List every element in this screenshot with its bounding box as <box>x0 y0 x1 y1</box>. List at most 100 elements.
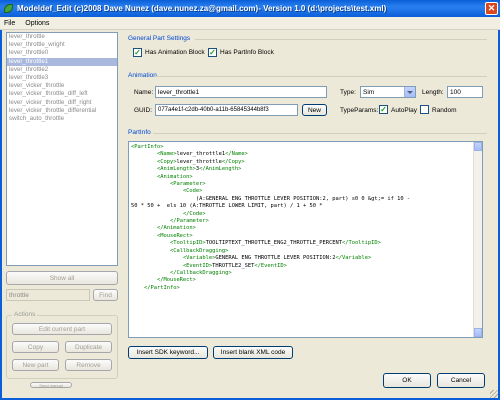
vertical-scrollbar[interactable] <box>473 142 482 337</box>
insert-blank-xml-button[interactable]: Insert blank XML code <box>213 346 293 359</box>
partinfo-xml-editor[interactable]: <PartInfo> <Name>lever_throttle1</Name> … <box>128 141 483 338</box>
part-list-item[interactable]: lever_throttle0 <box>7 49 117 57</box>
xml-text <box>131 159 157 165</box>
has-animation-label: Has Animation Block <box>145 49 205 56</box>
xml-text <box>131 166 157 172</box>
cancel-button[interactable]: Cancel <box>437 373 485 388</box>
part-list-item[interactable]: lever_throttle <box>7 33 117 41</box>
xml-line: </Code> <box>131 211 480 218</box>
xml-lines: <PartInfo> <Name>lever_throttle1</Name> … <box>131 144 480 292</box>
name-input[interactable]: lever_throttle1 <box>155 86 327 98</box>
part-list-item[interactable]: lever_vicker_throttle_diff_right <box>7 99 117 107</box>
part-list-item[interactable]: lever_throttle3 <box>7 74 117 82</box>
copy-button[interactable]: Copy <box>12 341 59 353</box>
part-list-item[interactable]: lever_throttle_wright <box>7 41 117 49</box>
xml-line: <Code> <box>131 188 480 195</box>
animation-title: Animation <box>128 72 157 79</box>
random-label: Random <box>432 107 457 114</box>
menu-options[interactable]: Options <box>25 20 49 27</box>
xml-tag: <Code> <box>182 188 203 195</box>
xml-text <box>131 174 157 180</box>
xml-tag: <EventID> <box>182 262 213 269</box>
partinfo-title: PartInfo <box>128 129 151 136</box>
resize-grip-icon[interactable] <box>490 390 498 398</box>
general-settings-divider <box>195 39 487 40</box>
xml-text <box>131 240 170 246</box>
chevron-down-icon[interactable] <box>404 87 415 97</box>
duplicate-button[interactable]: Duplicate <box>65 341 112 353</box>
find-button[interactable]: Find <box>93 289 118 301</box>
xml-tag: <Name> <box>156 151 177 158</box>
xml-text: lever_throttle1 <box>176 151 226 158</box>
xml-line: <Parameter> <box>131 181 480 188</box>
xml-text <box>131 248 170 254</box>
ok-button[interactable]: OK <box>383 373 431 388</box>
xml-line: </MouseRect> <box>131 277 480 284</box>
xml-text <box>131 225 157 231</box>
new-guid-button[interactable]: New <box>302 104 327 116</box>
xml-line: <MouseRect> <box>131 233 480 240</box>
part-list-item[interactable]: lever_throttle2 <box>7 66 117 74</box>
guid-input[interactable]: 077a4e1f-c2db-40b0-a11b-65845344b8f3 <box>155 104 298 116</box>
scroll-up-icon[interactable] <box>474 142 482 151</box>
general-settings-title: General Part Settings <box>128 35 191 42</box>
animation-divider <box>156 76 487 77</box>
autoplay-checkbox[interactable] <box>379 105 388 114</box>
xml-text: GENERAL ENG THROTTLE LEVER POSITION:2 <box>215 255 336 262</box>
length-input[interactable]: 100 <box>447 86 483 98</box>
xml-tag: </Animation> <box>156 225 196 232</box>
xml-tag: </EventID> <box>254 262 287 269</box>
remove-button[interactable]: Remove <box>65 359 112 371</box>
type-label: Type: <box>340 89 356 96</box>
search-input[interactable]: throttle <box>6 289 90 301</box>
type-select-value: Sim <box>363 88 375 96</box>
has-partinfo-checkbox[interactable] <box>208 48 217 57</box>
autoplay-label: AutoPlay <box>391 107 418 114</box>
xml-tag: <CallbackDragging> <box>169 247 229 254</box>
xml-tag: </TooltipID> <box>341 240 381 247</box>
xml-text <box>131 233 157 239</box>
xml-text: (A:GENERAL ENG THROTTLE LEVER POSITION:2… <box>131 195 411 202</box>
send-manual-button[interactable]: Send manual <box>30 382 72 388</box>
xml-line: <TooltipID>TOOLTIPTEXT_THROTTLE_ENG2_THR… <box>131 240 480 247</box>
xml-line: </PartInfo> <box>131 285 480 292</box>
xml-tag: <PartInfo> <box>131 144 164 150</box>
xml-tag: <AnimLength> <box>156 166 196 173</box>
actions-title: Actions <box>12 311 38 318</box>
xml-text <box>131 151 157 157</box>
part-list-item[interactable]: lever_vicker_throttle <box>7 82 117 90</box>
menu-file[interactable]: File <box>4 20 15 27</box>
xml-line: <Copy>lever_throttle</Copy> <box>131 159 480 166</box>
part-list[interactable]: lever_throttle lever_throttle_wright lever… <box>6 32 118 266</box>
xml-line: </Animation> <box>131 225 480 232</box>
xml-text <box>131 211 183 217</box>
xml-text: lever_throttle <box>176 158 222 165</box>
xml-tag: <Parameter> <box>169 181 206 188</box>
xml-line: <EventID>THROTTLE2_SET</EventID> <box>131 263 480 270</box>
xml-line: <PartInfo> <box>131 144 480 151</box>
xml-line: </CallbackDragging> <box>131 270 480 277</box>
new-part-button[interactable]: New part <box>12 359 59 371</box>
scroll-down-icon[interactable] <box>474 328 482 337</box>
xml-line: <CallbackDragging> <box>131 248 480 255</box>
part-list-item[interactable]: lever_vicker_throttle_diff_left <box>7 90 117 98</box>
title-bar[interactable]: Modeldef_Edit (c)2008 Dave Nunez (dave.n… <box>0 0 500 17</box>
length-label: Length: <box>422 89 444 96</box>
xml-text: TOOLTIPTEXT_THROTTLE_ENG2_THROTTLE_PERCE… <box>205 240 342 247</box>
xml-line: <Name>lever_throttle1</Name> <box>131 151 480 158</box>
part-list-item[interactable]: switch_auto_throttle <box>7 115 117 123</box>
type-select[interactable]: Sim <box>360 86 416 98</box>
app-leaf-icon <box>3 3 14 14</box>
xml-line: <Animation> <box>131 174 480 181</box>
part-list-item[interactable]: lever_throttle1 <box>7 57 117 66</box>
close-icon[interactable]: ✕ <box>485 2 498 15</box>
edit-current-part-button[interactable]: Edit current part <box>12 323 112 335</box>
random-checkbox[interactable] <box>420 105 429 114</box>
xml-tag: <Copy> <box>156 158 177 165</box>
has-animation-checkbox[interactable] <box>133 48 142 57</box>
insert-sdk-keyword-button[interactable]: Insert SDK keyword... <box>128 346 208 359</box>
xml-line: <AnimLength>3</AnimLength> <box>131 166 480 173</box>
xml-text <box>131 181 170 187</box>
part-list-item[interactable]: lever_vicker_throttle_differential <box>7 107 117 115</box>
show-all-button[interactable]: Show all <box>6 271 118 285</box>
